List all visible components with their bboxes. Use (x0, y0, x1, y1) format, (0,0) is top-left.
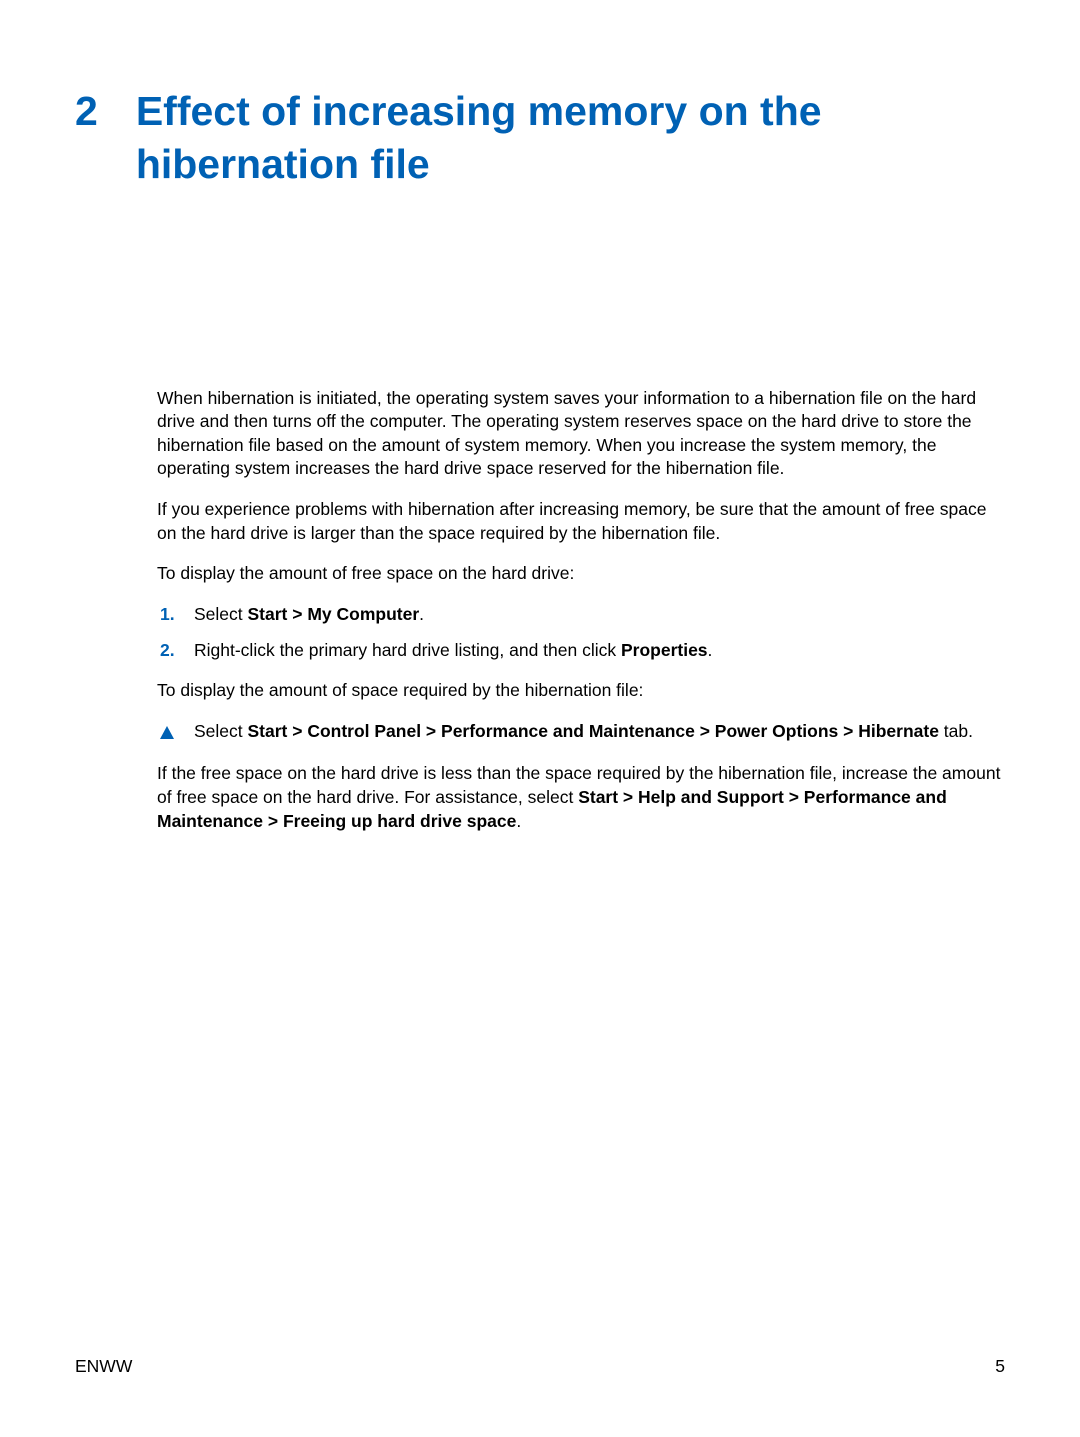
paragraph-assistance: If the free space on the hard drive is l… (157, 762, 1005, 833)
paragraph-display-required: To display the amount of space required … (157, 679, 1005, 703)
step-text: Select Start > Control Panel > Performan… (194, 720, 1005, 746)
footer-left: ENWW (75, 1356, 132, 1377)
text-bold: Start > My Computer (248, 604, 420, 624)
document-page: 2 Effect of increasing memory on the hib… (0, 0, 1080, 1437)
text-post: . (419, 604, 424, 624)
footer-page-number: 5 (995, 1356, 1005, 1377)
text-post: tab. (939, 721, 973, 741)
chapter-title: Effect of increasing memory on the hiber… (136, 85, 1005, 192)
text-pre: Select (194, 604, 248, 624)
text-pre: Select (194, 721, 248, 741)
content-body: When hibernation is initiated, the opera… (157, 387, 1005, 834)
step-number: 1. (160, 603, 194, 627)
step-text: Right-click the primary hard drive listi… (194, 639, 1005, 663)
text-post: . (708, 640, 713, 660)
paragraph-display-free: To display the amount of free space on t… (157, 562, 1005, 586)
text-bold: Start > Control Panel > Performance and … (248, 721, 939, 741)
text-bold: Properties (621, 640, 708, 660)
text-post: . (516, 811, 521, 831)
step-number: 2. (160, 639, 194, 663)
step-1: 1. Select Start > My Computer. (160, 603, 1005, 627)
paragraph-intro: When hibernation is initiated, the opera… (157, 387, 1005, 482)
step-text: Select Start > My Computer. (194, 603, 1005, 627)
step-triangle: Select Start > Control Panel > Performan… (160, 720, 1005, 746)
step-2: 2. Right-click the primary hard drive li… (160, 639, 1005, 663)
page-footer: ENWW 5 (75, 1356, 1005, 1377)
triangle-icon (160, 720, 194, 746)
chapter-heading: 2 Effect of increasing memory on the hib… (75, 85, 1005, 192)
paragraph-problems: If you experience problems with hibernat… (157, 498, 1005, 545)
chapter-number: 2 (75, 85, 98, 138)
text-pre: Right-click the primary hard drive listi… (194, 640, 621, 660)
